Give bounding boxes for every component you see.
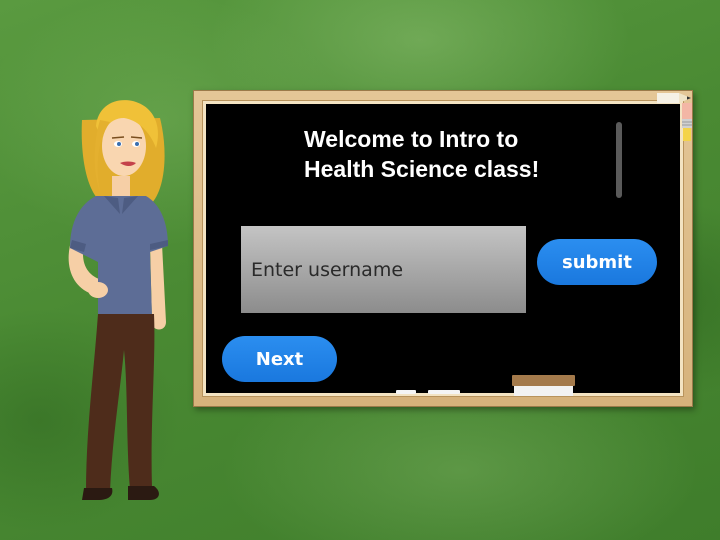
- chalk-stick: [428, 390, 460, 394]
- pencil-icon: [657, 93, 692, 141]
- username-input[interactable]: [241, 226, 526, 313]
- submit-button[interactable]: submit: [537, 239, 657, 285]
- eraser-icon: [512, 375, 575, 396]
- chalk-stick: [396, 390, 416, 394]
- welcome-title-line-1: Welcome to Intro to: [304, 126, 519, 152]
- welcome-title-line-2: Health Science class!: [304, 156, 540, 182]
- teacher-character-illustration: [68, 100, 168, 500]
- next-button[interactable]: Next: [222, 336, 337, 382]
- title-scrollbar[interactable]: [616, 122, 622, 198]
- eraser-felt: [514, 386, 573, 396]
- eraser-handle: [512, 375, 575, 386]
- chalkboard-surface: Welcome to Intro to Health Science class…: [202, 100, 684, 397]
- welcome-title: Welcome to Intro to Health Science class…: [304, 124, 604, 184]
- chalkboard-frame: Welcome to Intro to Health Science class…: [193, 90, 693, 407]
